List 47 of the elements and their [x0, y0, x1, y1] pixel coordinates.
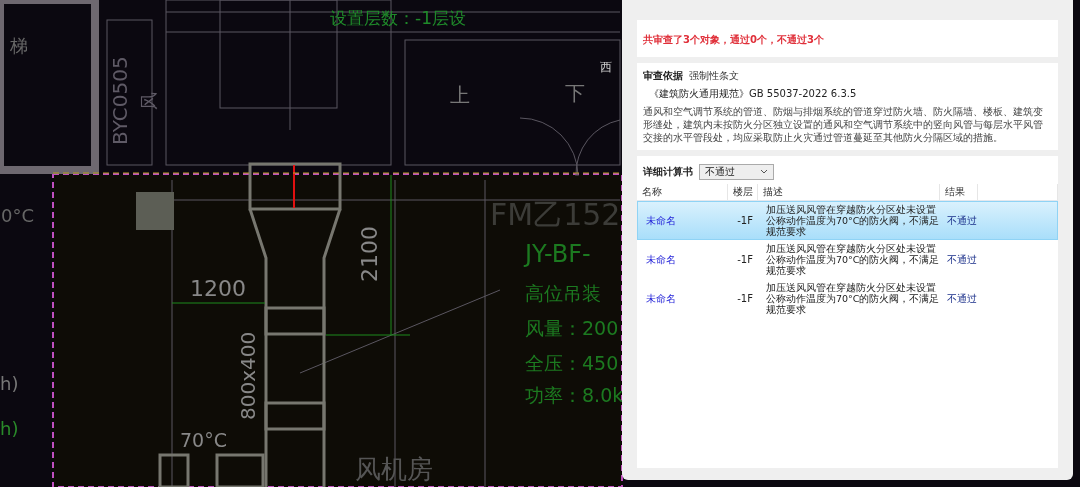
cad-label: 70°C: [180, 429, 227, 451]
cad-label: 设置层数：-1层设: [330, 8, 466, 28]
clause-type: 强制性条文: [689, 69, 739, 83]
details-label: 详细计算书: [643, 165, 693, 179]
description-cell-text: 加压送风风管在穿越防火分区处未设置公称动作温度为70°C的防火阀，不满足规范要求: [765, 204, 941, 237]
cad-label: 风: [138, 92, 159, 110]
result-cell-text: 不通过: [946, 252, 978, 267]
cad-label: 下: [565, 81, 585, 105]
cad-label: 全压：450: [525, 352, 619, 374]
floor-cell-text: -1F: [736, 215, 754, 226]
column-header[interactable]: 结果: [940, 184, 978, 200]
basis-label: 审查依据: [643, 69, 683, 83]
cad-label: 西: [600, 60, 612, 74]
column-header[interactable]: 楼层: [728, 184, 758, 200]
column-header[interactable]: 描述: [758, 184, 940, 200]
object-name-link[interactable]: 未命名: [638, 252, 729, 267]
description-cell-text: 加压送风风管在穿越防火分区处未设置公称动作温度为70°C的防火阀，不满足规范要求: [765, 282, 941, 315]
cad-label: BYC0505: [108, 56, 132, 145]
chevron-down-icon: [760, 169, 768, 175]
cad-label: 风量：200: [525, 317, 619, 339]
cad-label: 上: [450, 83, 470, 107]
result-row[interactable]: 未命名 -1F 加压送风风管在穿越防火分区处未设置公称动作温度为70°C的防火阀，不满足规范要求 不通过: [637, 201, 1058, 240]
clause-text: 通风和空气调节系统的管道、防烟与排烟系统的管道穿过防火墙、防火隔墙、楼板、建筑变形缝处，建筑内未按防火分区独立设置的通风和空气调节系统中的竖向风管与每层水平风管交接的水平管段处，均应采取防止火灾通过管道蔓延至其他防火分隔区域的措施。: [643, 105, 1044, 144]
code-reference: 《建筑防火通用规范》GB 55037-2022 6.3.5: [649, 87, 858, 101]
review-summary: 共审查了3个对象，通过0个，不通过3个: [643, 33, 825, 47]
result-cell-text: 不通过: [946, 213, 978, 228]
cad-label: 1200: [190, 276, 246, 301]
floor-cell-text: -1F: [736, 254, 754, 265]
object-name-link[interactable]: 未命名: [638, 291, 729, 306]
floor-cell-text: -1F: [736, 293, 754, 304]
cad-label: h): [0, 373, 19, 394]
cad-label: h): [0, 418, 19, 439]
cad-label: 高位吊装: [525, 282, 601, 304]
cad-label: 800x400: [236, 331, 260, 420]
column-header[interactable]: 名称: [637, 184, 728, 200]
cad-label: 功率：8.0k: [525, 384, 624, 406]
cad-label: 0°C: [1, 205, 35, 226]
marker-line: [293, 164, 295, 209]
filter-dropdown[interactable]: 不通过: [699, 164, 774, 180]
cad-label: 2100: [357, 226, 382, 282]
object-name-link[interactable]: 未命名: [638, 213, 729, 228]
cad-label: 风机房: [355, 454, 433, 484]
result-cell-text: 不通过: [946, 291, 978, 306]
column-block: [136, 192, 174, 230]
cad-label: 梯: [10, 35, 28, 56]
cad-label: JY-BF-: [525, 240, 591, 268]
description-cell-text: 加压送风风管在穿越防火分区处未设置公称动作温度为70°C的防火阀，不满足规范要求: [765, 243, 941, 276]
